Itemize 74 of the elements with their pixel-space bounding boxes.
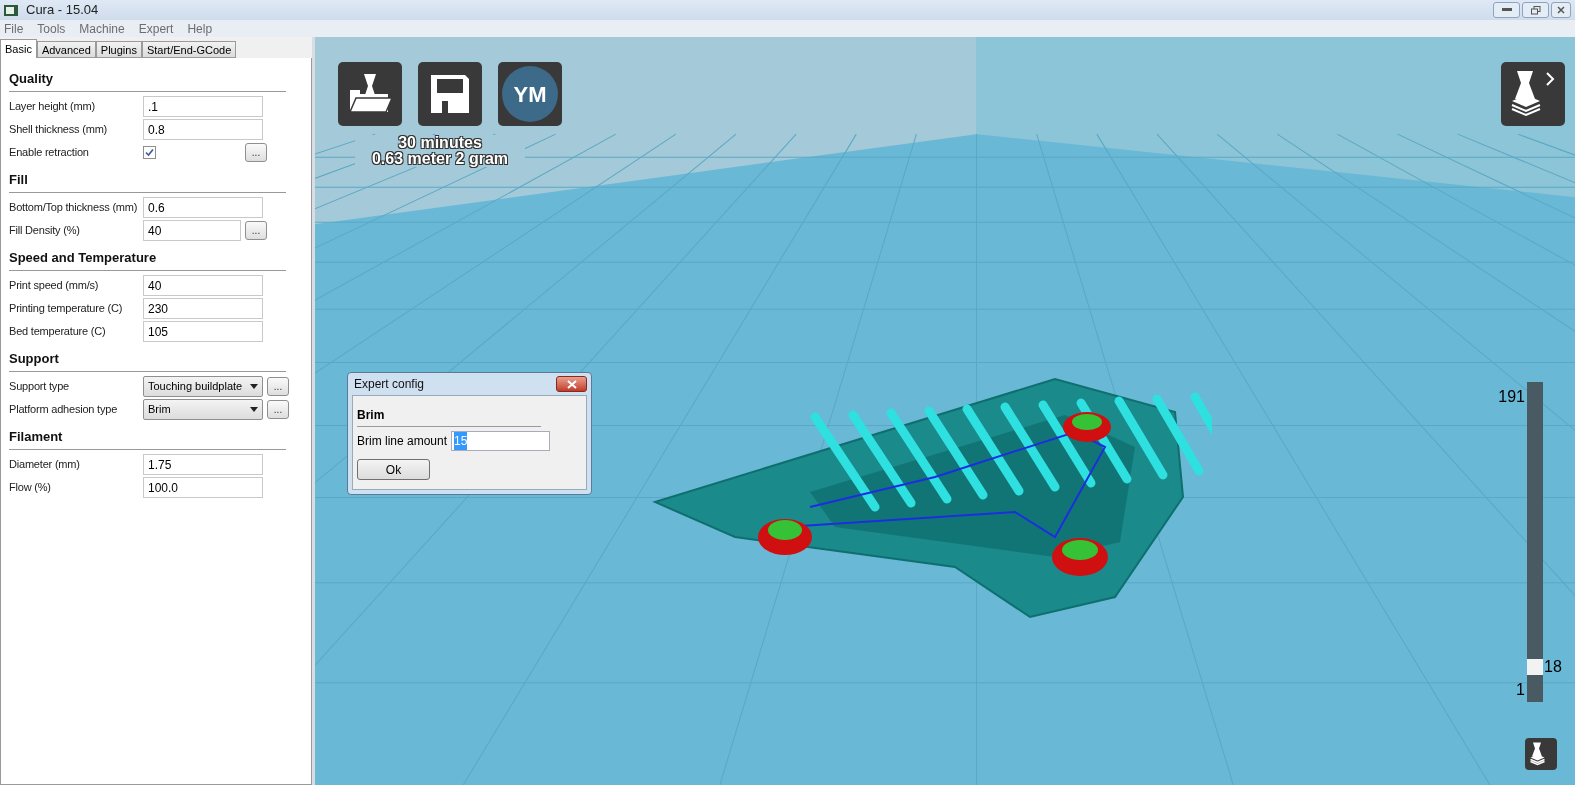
dialog-section-heading: Brim (357, 408, 385, 422)
text-field[interactable]: .1 (143, 96, 263, 117)
view-mode-small-button[interactable] (1525, 738, 1557, 770)
tab[interactable]: Start/End-GCode (141, 41, 237, 58)
more-button[interactable]: ... (267, 400, 289, 419)
field-label: Enable retraction (9, 145, 90, 161)
layer-slider[interactable] (1527, 382, 1543, 702)
close-button[interactable] (1551, 2, 1571, 18)
text-field[interactable]: 0.8 (143, 119, 263, 140)
view-mode-button[interactable] (1501, 62, 1565, 126)
text-field[interactable]: 105 (143, 321, 263, 342)
more-button[interactable]: ... (267, 377, 289, 396)
text-field[interactable]: 100.0 (143, 477, 263, 498)
folder-icon (348, 74, 392, 114)
menu-item[interactable]: Help (187, 19, 213, 38)
field-label: Flow (%) (9, 480, 52, 496)
save-button[interactable] (418, 62, 482, 126)
dropdown[interactable]: Touching buildplate (143, 376, 263, 397)
app-icon (4, 4, 18, 16)
print-material: 0.63 meter 2 gram (371, 151, 509, 167)
section-heading: Quality (9, 71, 54, 86)
more-button[interactable]: ... (245, 143, 267, 162)
more-button[interactable]: ... (245, 221, 267, 240)
field-label: Brim line amount (357, 433, 448, 450)
layer-max-label: 191 (1498, 387, 1525, 407)
dialog-title: Expert config (354, 376, 425, 393)
field-label: Support type (9, 379, 70, 395)
section-heading: Filament (9, 429, 63, 444)
menu-item[interactable]: Tools (37, 19, 66, 38)
field-label: Bed temperature (C) (9, 324, 107, 340)
3d-viewport[interactable]: YM 30 minutes 0.63 meter 2 gram 191 1 18 Expert config Brim Brim line amount 15 Ok (315, 37, 1575, 785)
checkmark-icon (145, 148, 154, 157)
field-value: 15 (454, 432, 468, 450)
field-label: Diameter (mm) (9, 457, 81, 473)
field-label: Platform adhesion type (9, 402, 119, 418)
text-field[interactable]: 40 (143, 220, 241, 241)
minimize-button[interactable] (1493, 2, 1520, 18)
print-time: 30 minutes (398, 135, 482, 151)
close-icon (1557, 6, 1565, 14)
text-field[interactable]: 230 (143, 298, 263, 319)
text-field[interactable]: 1.75 (143, 454, 263, 475)
menu-item[interactable]: File (4, 19, 24, 38)
layer-min-label: 1 (1516, 680, 1525, 700)
minimize-icon (1501, 8, 1512, 12)
dropdown[interactable]: Brim (143, 399, 263, 420)
section-heading: Speed and Temperature (9, 250, 157, 265)
tab[interactable]: Basic (0, 39, 37, 58)
window-title: Cura - 15.04 (26, 1, 99, 20)
field-label: Fill Density (%) (9, 223, 81, 239)
section-heading: Support (9, 351, 59, 366)
layer-current-label: 18 (1544, 658, 1562, 675)
field-label: Shell thickness (mm) (9, 122, 109, 138)
ok-button[interactable]: Ok (357, 459, 430, 480)
field-label: Layer height (mm) (9, 99, 96, 115)
close-button[interactable] (556, 376, 587, 392)
restore-icon (1530, 5, 1541, 15)
slider-thumb[interactable] (1527, 658, 1543, 675)
field-label: Printing temperature (C) (9, 301, 124, 317)
load-model-button[interactable] (338, 62, 402, 126)
restore-button[interactable] (1522, 2, 1549, 18)
checkbox[interactable] (143, 146, 156, 159)
text-field[interactable]: 0.6 (143, 197, 263, 218)
field-label: Print speed (mm/s) (9, 278, 100, 294)
field-label: Bottom/Top thickness (mm) (9, 200, 139, 216)
section-heading: Fill (9, 172, 28, 187)
menu-item[interactable]: Machine (79, 19, 125, 38)
text-field[interactable]: 40 (143, 275, 263, 296)
close-icon (566, 379, 577, 389)
layers-view-icon (1509, 71, 1557, 117)
tab[interactable]: Plugins (95, 41, 142, 58)
tab[interactable]: Advanced (36, 41, 96, 58)
caret-icon (250, 384, 258, 389)
menu-item[interactable]: Expert (138, 19, 174, 38)
caret-icon (250, 407, 258, 412)
